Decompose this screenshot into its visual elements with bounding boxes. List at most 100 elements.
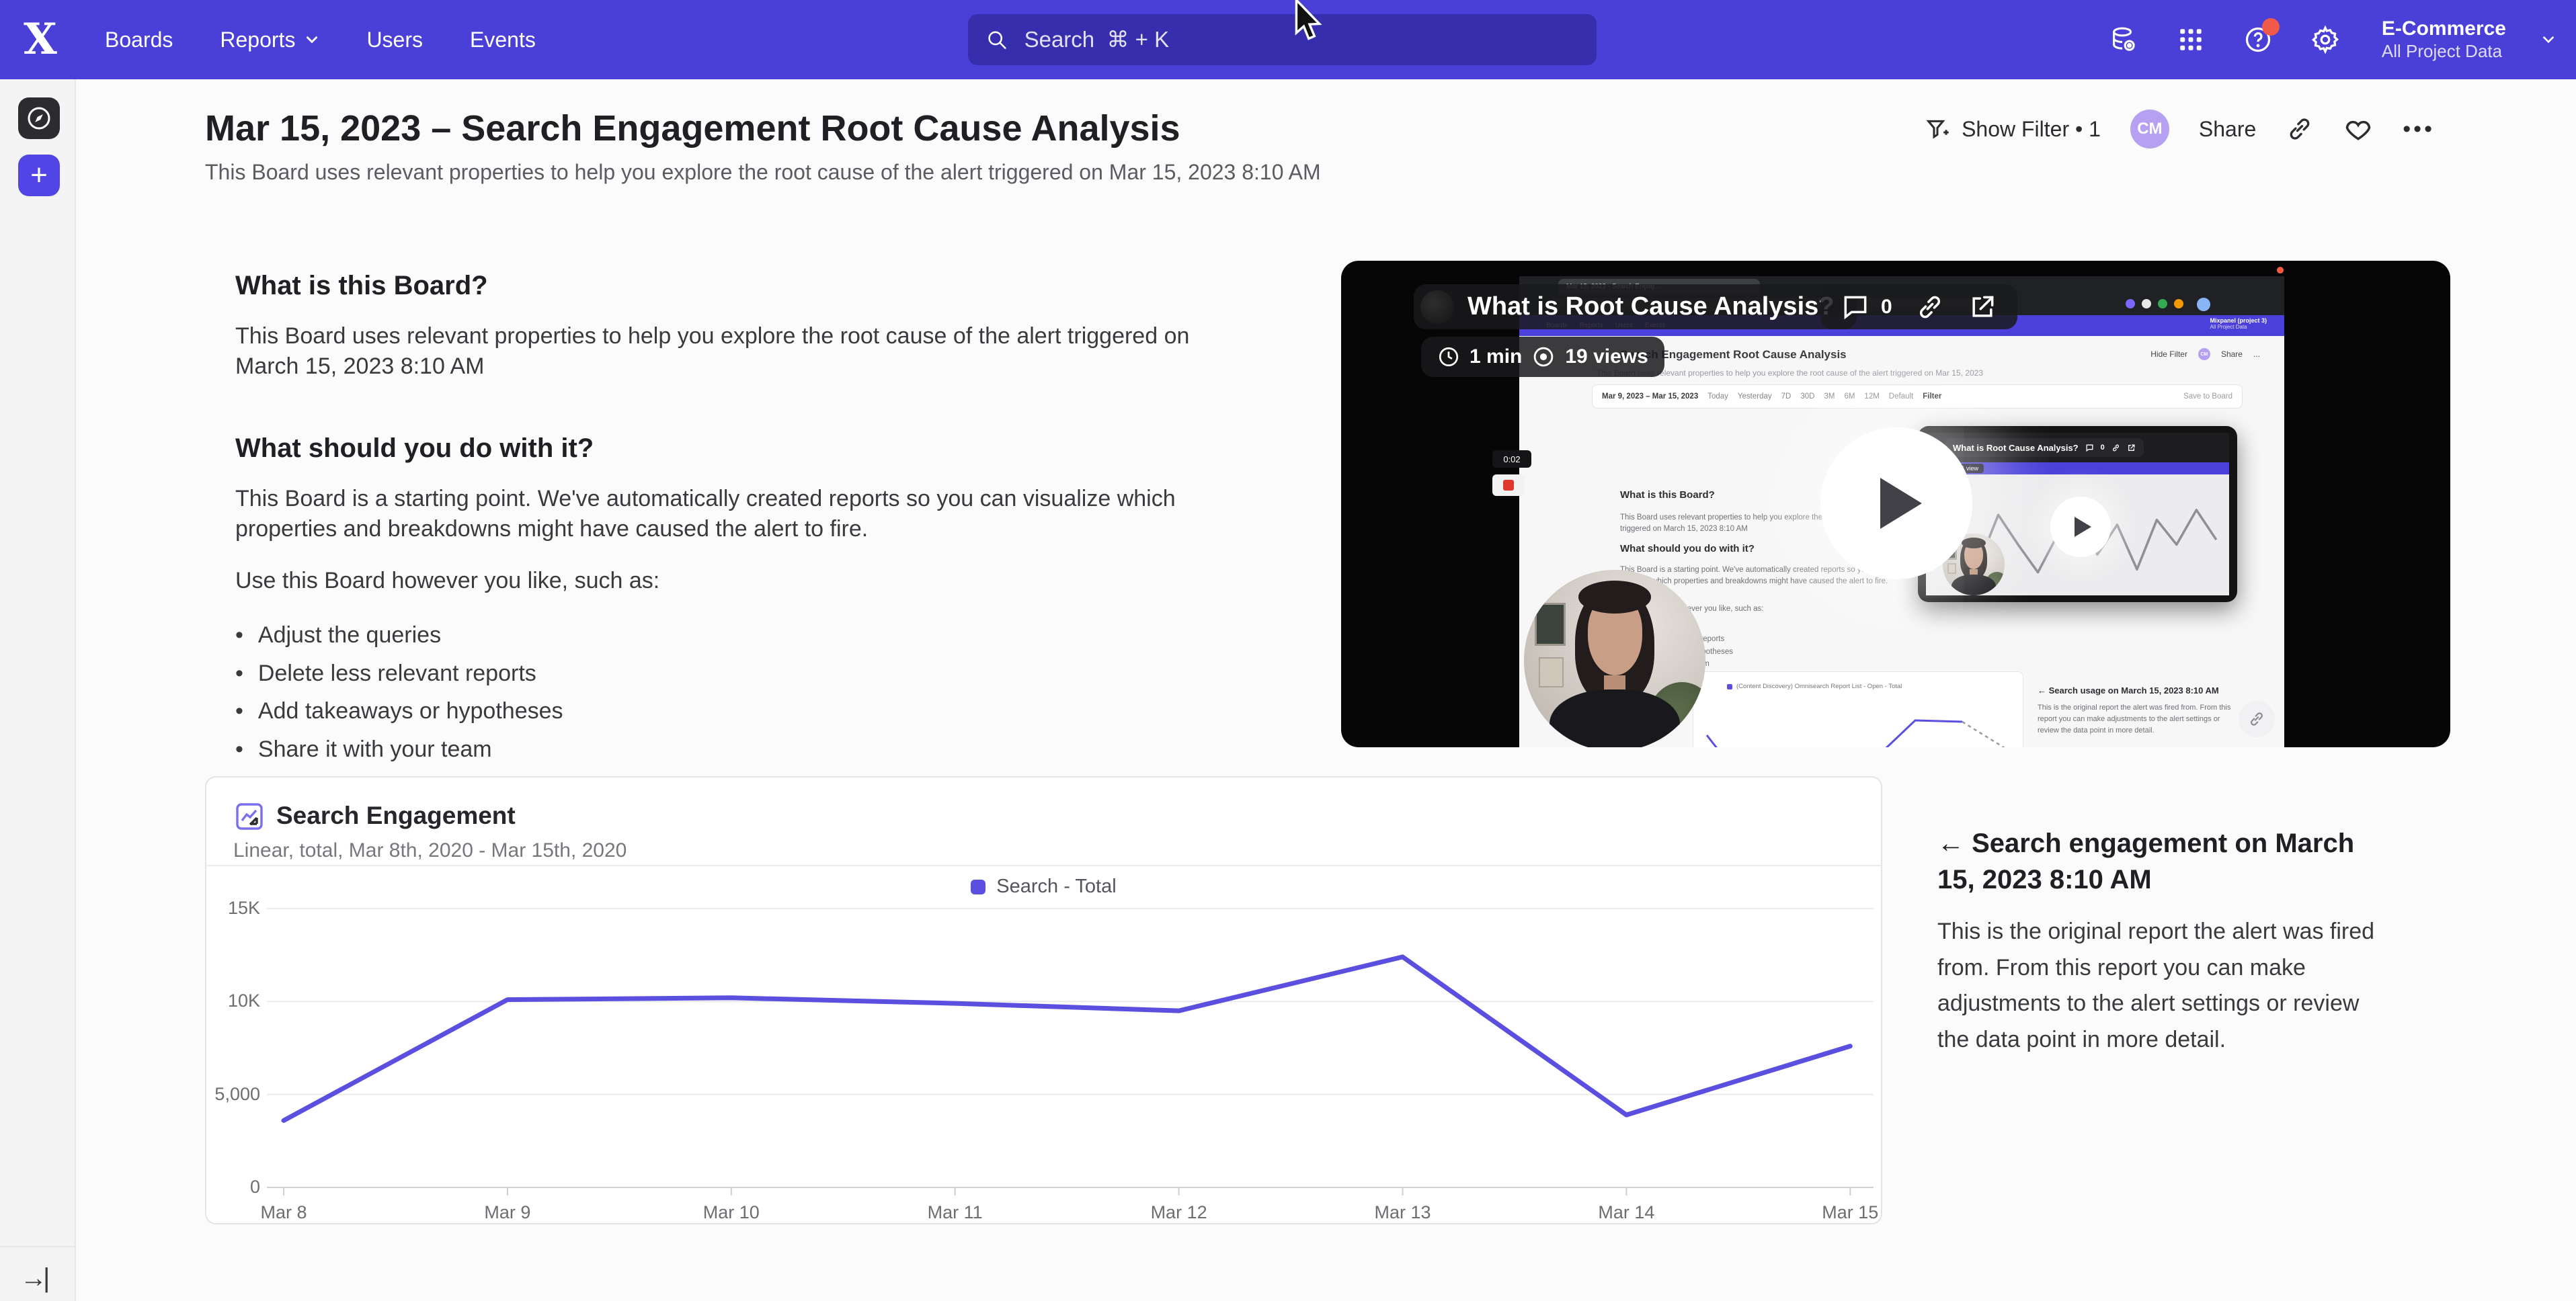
report-subtitle: Linear, total, Mar 8th, 2020 - Mar 15th,… [233, 839, 627, 862]
nested-browser-chrome: What is Root Cause Analysis? 0 [1926, 433, 2229, 462]
nav-item-users[interactable]: Users [366, 28, 423, 52]
card-divider [206, 865, 1881, 866]
video-title: What is Root Cause Analysis? [1467, 292, 1834, 321]
video-duration: 1 min [1470, 345, 1522, 368]
settings-gear-icon[interactable] [2309, 24, 2341, 56]
nav-item-label: Boards [105, 28, 173, 52]
line-chart-report-icon [233, 800, 266, 833]
avatar[interactable]: CM [2130, 110, 2169, 149]
x-tick-label: Mar 10 [678, 1202, 785, 1223]
mini-aside-heading: ← Search usage on March 15, 2023 8:10 AM [2038, 685, 2232, 696]
x-tick-label: Mar 11 [901, 1202, 1009, 1223]
presenter-hair [1578, 581, 1651, 614]
share-button[interactable]: Share [2199, 117, 2256, 142]
project-switcher[interactable]: E-Commerce All Project Data [2382, 17, 2506, 62]
link-icon[interactable] [1915, 292, 1945, 322]
primary-nav: Boards Reports Users Events [105, 28, 536, 52]
stop-recording-button [1492, 474, 1525, 496]
bullet-dot: • [235, 696, 243, 726]
line-chart-plot [267, 895, 1874, 1204]
help-icon[interactable] [2242, 24, 2274, 56]
nested-video-title-pill: What is Root Cause Analysis? 0 [1945, 438, 2144, 457]
presenter-shirt [1549, 689, 1680, 747]
bullet-dot: • [235, 620, 243, 650]
favorite-button[interactable] [2343, 114, 2373, 144]
mouse-cursor [1293, 0, 1326, 44]
recording-indicator-dot [2277, 267, 2284, 274]
mini-section-heading: What should you do with it? [1620, 543, 1755, 554]
mini-report-card: (Content Discovery) Omnisearch Report Li… [1693, 671, 2023, 747]
report-card-header: Search Engagement Linear, total, Mar 8th… [206, 778, 1881, 865]
compass-icon [26, 105, 52, 132]
recording-timer: 0:02 [1492, 450, 1531, 468]
nav-item-reports[interactable]: Reports [220, 28, 319, 52]
section-heading: What should you do with it? [235, 433, 1230, 464]
browser-extension-icons [2126, 299, 2183, 308]
navigator-button[interactable] [18, 97, 60, 139]
video-player-card[interactable]: Mar 15, 2023 - Search Engag... BoardsRep… [1341, 261, 2450, 747]
expand-sidebar-icon[interactable]: →| [20, 1263, 46, 1294]
x-tick-label: Mar 13 [1349, 1202, 1457, 1223]
list-item: •Share it with your team [235, 735, 1230, 765]
list-item: •Add takeaways or hypotheses [235, 696, 1230, 726]
project-name: E-Commerce [2382, 17, 2506, 41]
navbar-right-cluster: E-Commerce All Project Data [2107, 0, 2556, 79]
mini-aside: ← Search usage on March 15, 2023 8:10 AM… [2038, 685, 2232, 737]
comment-icon[interactable] [1841, 292, 1870, 322]
link-icon [2286, 115, 2314, 143]
copy-link-fab[interactable] [2239, 701, 2275, 737]
report-title: Search Engagement [276, 802, 516, 830]
apps-grid-icon[interactable] [2175, 24, 2207, 56]
mini-project-switcher: Mixpanel (project 3) All Project Data [2210, 317, 2267, 331]
external-link-icon [2127, 444, 2136, 452]
presenter-webcam-bubble [1524, 570, 1705, 747]
bullet-dot: • [235, 735, 243, 765]
mini-date-toolbar: Mar 9, 2023 – Mar 15, 2023 Today Yesterd… [1592, 384, 2243, 409]
heart-icon [2343, 114, 2373, 144]
mixpanel-logo-icon[interactable]: X [0, 0, 81, 79]
chevron-down-icon [305, 32, 319, 47]
mini-legend-swatch [1727, 684, 1732, 689]
more-options-button[interactable]: ••• [2403, 116, 2435, 142]
comment-count: 0 [1881, 296, 1892, 319]
y-tick-label: 15K [206, 898, 260, 919]
board-actions: Show Filter • 1 CM Share ••• [1924, 110, 2435, 149]
report-card-search-engagement[interactable]: Search Engagement Linear, total, Mar 8th… [205, 776, 1882, 1224]
project-chevron-down-icon[interactable] [2541, 32, 2556, 47]
plus-icon: + [30, 159, 48, 192]
mini-board-actions: Hide Filter CM Share ... [2150, 348, 2260, 360]
play-icon [1880, 478, 1922, 529]
link-icon [2248, 710, 2265, 728]
copy-link-button[interactable] [2286, 115, 2314, 143]
x-tick-label: Mar 15 [1796, 1202, 1904, 1223]
video-actions-pill: 0 [1820, 284, 2017, 329]
data-management-icon[interactable] [2107, 24, 2140, 56]
nested-mini-navbar: 18 sec 1 view [1926, 462, 2229, 474]
section-heading: What is this Board? [235, 271, 1230, 301]
rail-divider [0, 1246, 75, 1247]
nav-item-boards[interactable]: Boards [105, 28, 173, 52]
mini-line-chart [1693, 695, 2021, 747]
page-title: Mar 15, 2023 – Search Engagement Root Ca… [205, 108, 1180, 149]
create-new-button[interactable]: + [18, 155, 60, 196]
x-tick-label: Mar 9 [454, 1202, 561, 1223]
section-body: This Board uses relevant properties to h… [235, 321, 1230, 382]
share-label: Share [2199, 117, 2256, 142]
link-icon [2111, 444, 2120, 452]
x-tick-label: Mar 8 [230, 1202, 337, 1223]
show-filter-button[interactable]: Show Filter • 1 [1924, 116, 2101, 142]
play-button[interactable] [1820, 427, 1972, 579]
aside-heading: ← Search engagement on March 15, 2023 8:… [1937, 825, 2368, 898]
section-what-to-do: What should you do with it? This Board i… [235, 433, 1230, 773]
y-tick-label: 0 [206, 1177, 260, 1198]
section-what-is-board: What is this Board? This Board uses rele… [235, 271, 1230, 382]
external-link-icon[interactable] [1968, 292, 1997, 322]
nav-item-events[interactable]: Events [470, 28, 536, 52]
filter-plus-icon [1924, 116, 1951, 142]
global-search[interactable] [968, 14, 1597, 65]
nested-play-button[interactable] [2050, 497, 2111, 557]
stop-icon [1503, 480, 1514, 491]
eye-icon [1531, 345, 1556, 369]
x-tick-label: Mar 14 [1572, 1202, 1680, 1223]
legend-swatch [971, 880, 985, 894]
